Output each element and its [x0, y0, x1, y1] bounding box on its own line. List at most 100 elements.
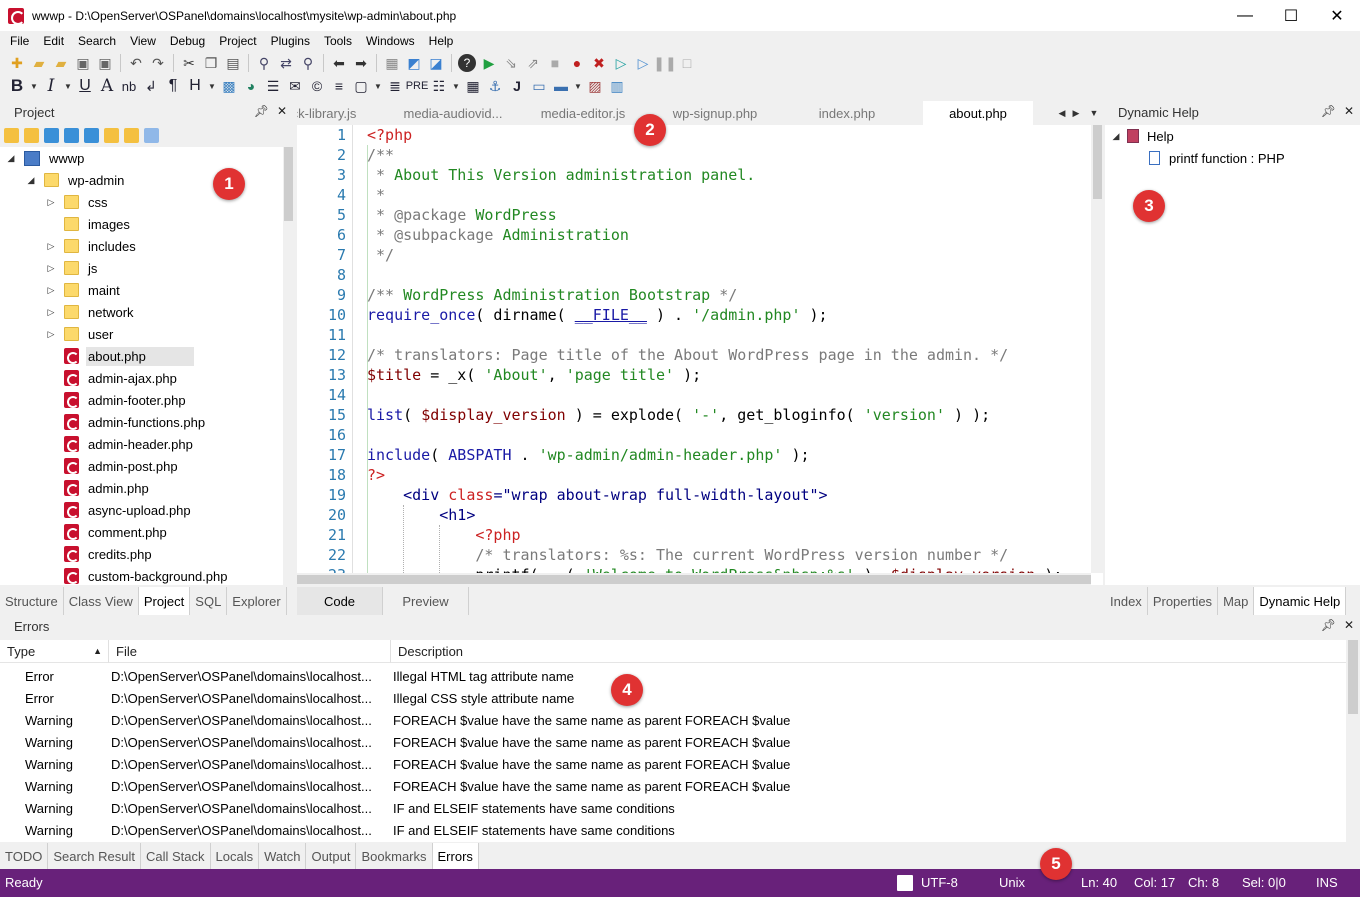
- editor-tab[interactable]: wp-signup.php: [655, 101, 775, 125]
- tree-item[interactable]: ◢ wwwp: [6, 147, 86, 169]
- editor-tab[interactable]: media-audiovid...: [391, 101, 515, 125]
- dropdown-arrow-icon[interactable]: ▼: [374, 77, 382, 95]
- table-row[interactable]: Warning D:\OpenServer\OSPanel\domains\loc…: [0, 776, 1346, 798]
- editor-vertical-scrollbar[interactable]: [1091, 125, 1103, 573]
- tab-search-result[interactable]: Search Result: [48, 843, 141, 869]
- menu-project[interactable]: Project: [212, 31, 263, 52]
- maximize-button[interactable]: ☐: [1268, 0, 1314, 31]
- horizontal-rule-icon[interactable]: ☰: [264, 77, 282, 95]
- add-folder-icon[interactable]: [24, 127, 39, 143]
- image-icon[interactable]: ▩: [220, 77, 238, 95]
- pre-icon[interactable]: PRE: [406, 77, 429, 95]
- comment-icon[interactable]: ✉: [286, 77, 304, 95]
- save-all-icon[interactable]: ▣: [96, 54, 114, 72]
- expanded-arrow-icon[interactable]: ◢: [1111, 131, 1121, 142]
- scrollbar-thumb[interactable]: [1348, 640, 1358, 714]
- close-window-button[interactable]: ✕: [1314, 0, 1360, 31]
- tree-item[interactable]: comment.php: [46, 521, 169, 543]
- tab-explorer[interactable]: Explorer: [227, 587, 287, 615]
- step-into-icon[interactable]: ⇘: [502, 54, 520, 72]
- folder-up-icon[interactable]: [104, 127, 119, 143]
- debug-run-icon[interactable]: ▷: [612, 54, 630, 72]
- cut-icon[interactable]: ✂: [180, 54, 198, 72]
- document-icon[interactable]: [144, 127, 159, 143]
- table-row[interactable]: Warning D:\OpenServer\OSPanel\domains\loc…: [0, 820, 1346, 842]
- tab-sql[interactable]: SQL: [190, 587, 228, 615]
- find-icon[interactable]: ⚲: [255, 54, 273, 72]
- editor-tab[interactable]: media-editor.js: [525, 101, 641, 125]
- list-icon[interactable]: ☷: [430, 77, 448, 95]
- font-icon[interactable]: A: [98, 76, 116, 96]
- help-item-row[interactable]: printf function : PHP: [1149, 147, 1285, 169]
- tree-item[interactable]: ▷ network: [46, 301, 136, 323]
- open-folder-icon[interactable]: ▰: [30, 54, 48, 72]
- scrollbar-thumb[interactable]: [284, 147, 293, 221]
- compare-icon[interactable]: ▦: [383, 54, 401, 72]
- tab-scroll-right-icon[interactable]: ▶: [1069, 101, 1083, 125]
- anchor-icon[interactable]: ⚓: [486, 77, 504, 95]
- dropdown-arrow-icon[interactable]: ▼: [30, 77, 38, 95]
- column-header-type[interactable]: Type ▲: [0, 640, 109, 663]
- encoding-checkbox-icon[interactable]: [897, 875, 913, 891]
- tab-list-icon[interactable]: ▼: [1087, 101, 1101, 125]
- tab-bookmarks[interactable]: Bookmarks: [356, 843, 433, 869]
- align-justify-icon[interactable]: ≣: [386, 77, 404, 95]
- collapsed-arrow-icon[interactable]: ▷: [46, 263, 56, 274]
- column-header-description[interactable]: Description: [391, 640, 1346, 663]
- layout-icon[interactable]: ▥: [608, 77, 626, 95]
- tab-map[interactable]: Map: [1218, 587, 1255, 615]
- tree-item[interactable]: images: [46, 213, 132, 235]
- status-insert-mode[interactable]: INS: [1316, 869, 1338, 897]
- table-row[interactable]: Error D:\OpenServer\OSPanel\domains\local…: [0, 688, 1346, 710]
- find-in-files-icon[interactable]: ⚲: [299, 54, 317, 72]
- dropdown-arrow-icon[interactable]: ▼: [452, 77, 460, 95]
- table-row[interactable]: Warning D:\OpenServer\OSPanel\domains\loc…: [0, 710, 1346, 732]
- collapsed-arrow-icon[interactable]: ▷: [46, 285, 56, 296]
- form-icon[interactable]: ▭: [530, 77, 548, 95]
- tree-item[interactable]: async-upload.php: [46, 499, 193, 521]
- table-row[interactable]: Warning D:\OpenServer\OSPanel\domains\loc…: [0, 798, 1346, 820]
- tree-item[interactable]: ▷ includes: [46, 235, 138, 257]
- table-icon[interactable]: ▦: [464, 77, 482, 95]
- table-row[interactable]: Warning D:\OpenServer\OSPanel\domains\loc…: [0, 754, 1346, 776]
- clear-breakpoints-icon[interactable]: ✖: [590, 54, 608, 72]
- copy-icon[interactable]: ❐: [202, 54, 220, 72]
- upload-icon[interactable]: [84, 127, 99, 143]
- tab-call-stack[interactable]: Call Stack: [141, 843, 211, 869]
- help-icon[interactable]: ?: [458, 54, 476, 72]
- tab-index[interactable]: Index: [1105, 587, 1148, 615]
- fullscreen-icon[interactable]: ◩: [405, 54, 423, 72]
- back-icon[interactable]: ⬅: [330, 54, 348, 72]
- collapsed-arrow-icon[interactable]: ▷: [46, 329, 56, 340]
- help-root-row[interactable]: ◢ Help: [1111, 125, 1174, 147]
- paste-icon[interactable]: ▤: [224, 54, 242, 72]
- bold-icon[interactable]: B: [8, 76, 26, 95]
- tab-todo[interactable]: TODO: [0, 843, 49, 869]
- tab-structure[interactable]: Structure: [0, 587, 64, 615]
- tree-item[interactable]: admin-ajax.php: [46, 367, 179, 389]
- tree-item[interactable]: credits.php: [46, 543, 154, 565]
- tab-watch[interactable]: Watch: [259, 843, 307, 869]
- tree-item[interactable]: ▷ maint: [46, 279, 122, 301]
- paragraph-icon[interactable]: ¶: [164, 77, 182, 95]
- tree-item[interactable]: custom-background.php: [46, 565, 229, 585]
- debug-run-to-icon[interactable]: ▷: [634, 54, 652, 72]
- editor-tab[interactable]: ck-library.js: [297, 101, 371, 125]
- javascript-icon[interactable]: J: [508, 77, 526, 95]
- breakpoint-icon[interactable]: ●: [568, 54, 586, 72]
- project-scrollbar[interactable]: [283, 147, 293, 585]
- tree-item[interactable]: about.php: [46, 345, 194, 367]
- stop-debug-icon[interactable]: □: [678, 54, 696, 72]
- tab-scroll-left-icon[interactable]: ◀: [1055, 101, 1069, 125]
- forward-icon[interactable]: ➡: [352, 54, 370, 72]
- tree-item[interactable]: ▷ js: [46, 257, 99, 279]
- help-item-label[interactable]: printf function : PHP: [1169, 151, 1285, 166]
- collapsed-arrow-icon[interactable]: ▷: [46, 307, 56, 318]
- dropdown-arrow-icon[interactable]: ▼: [64, 77, 72, 95]
- copyright-icon[interactable]: ©: [308, 77, 326, 95]
- status-encoding[interactable]: UTF-8: [921, 869, 958, 897]
- new-file-icon[interactable]: ✚: [8, 54, 26, 72]
- heading-icon[interactable]: H: [186, 77, 204, 95]
- non-breaking-space-icon[interactable]: nb: [120, 77, 138, 95]
- tab-code[interactable]: Code: [297, 587, 383, 615]
